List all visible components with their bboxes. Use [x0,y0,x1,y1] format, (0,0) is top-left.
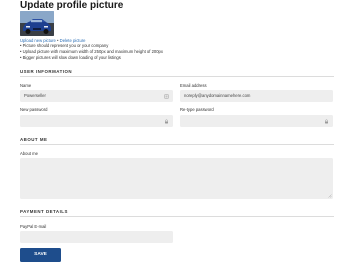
section-divider [20,144,334,145]
retype-password-field[interactable] [180,115,333,127]
user-information-heading: USER INFORMATION [20,69,73,74]
car-photo [20,11,54,36]
resize-grip-icon[interactable] [328,194,332,198]
profile-picture [20,11,54,36]
page-title: Update profile picture [20,0,124,11]
new-password-field[interactable] [20,115,173,127]
lock-icon [325,119,328,123]
name-field[interactable]: Powerseller [20,90,173,102]
email-value: noreply@anydomainnamehere.com [184,93,251,98]
payment-details-heading: PAYMENT DETAILS [20,209,68,214]
name-label: Name [20,83,32,88]
email-field[interactable]: noreply@anydomainnamehere.com [180,90,333,102]
key-icon [164,93,169,99]
guideline-item: • Bigger pictures will slow down loading… [20,55,121,60]
paypal-email-label: PayPal E-mail [20,224,47,229]
retype-password-label: Re-type password [180,107,214,112]
name-value: Powerseller [24,93,46,98]
lock-icon [165,119,168,123]
email-label: Email address [180,83,207,88]
about-me-heading: ABOUT ME [20,137,48,142]
about-me-textarea[interactable] [20,158,333,199]
section-divider [20,76,334,77]
new-password-label: New password [20,107,48,112]
section-divider [20,216,334,217]
picture-guidelines: • Picture should represent you or your c… [20,43,163,61]
paypal-email-field[interactable] [20,231,173,243]
about-me-label: About me [20,151,38,156]
save-button[interactable]: SAVE [20,248,61,262]
